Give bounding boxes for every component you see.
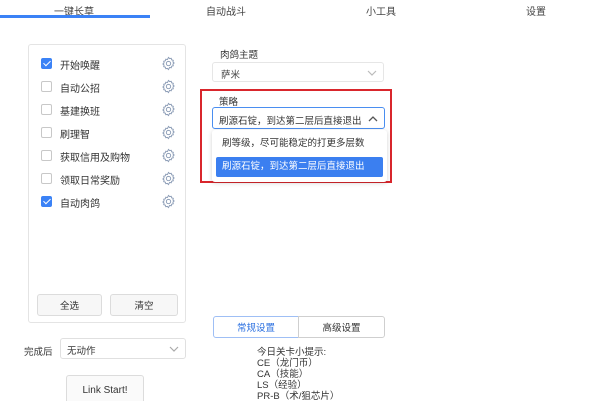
task-checkbox[interactable] (41, 104, 52, 115)
task-checkbox[interactable] (41, 58, 52, 69)
gear-icon[interactable] (161, 171, 176, 186)
task-checkbox[interactable] (41, 127, 52, 138)
task-item[interactable]: 自动公招 (39, 78, 177, 96)
tip-line: PR-B（术/狙芯片） (257, 391, 340, 401)
settings-mode-toggle: 常规设置 高级设置 (213, 316, 385, 338)
gear-icon[interactable] (161, 125, 176, 140)
active-tab-indicator (0, 15, 150, 18)
tab-auto-battle[interactable]: 自动战斗 (206, 3, 246, 18)
chevron-down-icon (169, 346, 179, 352)
after-completion-select[interactable]: 无动作 (60, 338, 186, 359)
chevron-down-icon (367, 70, 377, 76)
tab-settings[interactable]: 设置 (526, 3, 546, 18)
strategy-select[interactable]: 刷源石锭，到达第二层后直接退出 (212, 107, 385, 129)
tip-line: CE（龙门币） (257, 358, 318, 369)
task-label: 基建换班 (60, 107, 100, 118)
task-label: 领取日常奖励 (60, 176, 120, 187)
task-checkbox[interactable] (41, 173, 52, 184)
daily-stage-tips: 今日关卡小提示: CE（龙门币） CA（技能） LS（经验） PR-B（术/狙芯… (257, 347, 339, 401)
task-label: 获取信用及购物 (60, 153, 130, 164)
tip-line: CA（技能） (257, 369, 309, 380)
normal-settings-button[interactable]: 常规设置 (213, 316, 299, 338)
tip-line: LS（经验） (257, 380, 307, 391)
gear-icon[interactable] (161, 79, 176, 94)
strategy-option-originium[interactable]: 刷源石锭，到达第二层后直接退出 (216, 157, 383, 177)
task-checkbox[interactable] (41, 81, 52, 92)
top-tab-bar: 一键长草 自动战斗 小工具 设置 (0, 0, 600, 20)
after-completion-label: 完成后 (24, 347, 53, 358)
task-item[interactable]: 获取信用及购物 (39, 147, 177, 165)
after-completion-value: 无动作 (67, 346, 96, 357)
task-item[interactable]: 开始唤醒 (39, 55, 177, 73)
task-label: 开始唤醒 (60, 61, 100, 72)
task-item[interactable]: 领取日常奖励 (39, 170, 177, 188)
task-list-panel: 开始唤醒自动公招基建换班刷理智获取信用及购物 领取日常奖励 自动肉鸽 (28, 44, 186, 323)
gear-icon[interactable] (161, 56, 176, 71)
task-item[interactable]: 自动肉鸽 (39, 193, 177, 211)
tips-heading: 今日关卡小提示: (257, 347, 327, 358)
task-label: 自动肉鸽 (60, 199, 100, 210)
task-item[interactable]: 刷理智 (39, 124, 177, 142)
link-start-button[interactable]: Link Start! (66, 375, 144, 401)
gear-icon[interactable] (161, 148, 176, 163)
task-label: 刷理智 (60, 130, 90, 141)
task-checkbox[interactable] (41, 150, 52, 161)
theme-label: 肉鸽主题 (220, 50, 259, 61)
strategy-dropdown: 刷等级，尽可能稳定的打更多层数 刷源石锭，到达第二层后直接退出 (212, 130, 387, 182)
gear-icon[interactable] (161, 102, 176, 117)
advanced-settings-button[interactable]: 高级设置 (298, 316, 385, 338)
select-all-button[interactable]: 全选 (37, 294, 102, 316)
task-item[interactable]: 基建换班 (39, 101, 177, 119)
tab-tools[interactable]: 小工具 (366, 3, 396, 18)
chevron-up-icon (368, 116, 378, 122)
gear-icon[interactable] (161, 194, 176, 209)
strategy-option-level[interactable]: 刷等级，尽可能稳定的打更多层数 (216, 134, 383, 154)
strategy-value: 刷源石锭，到达第二层后直接退出 (219, 116, 362, 127)
strategy-label: 策略 (219, 97, 239, 108)
task-label: 自动公招 (60, 84, 100, 95)
theme-value: 萨米 (221, 70, 241, 81)
theme-select[interactable]: 萨米 (212, 62, 384, 82)
task-checkbox[interactable] (41, 196, 52, 207)
clear-button[interactable]: 清空 (110, 294, 178, 316)
